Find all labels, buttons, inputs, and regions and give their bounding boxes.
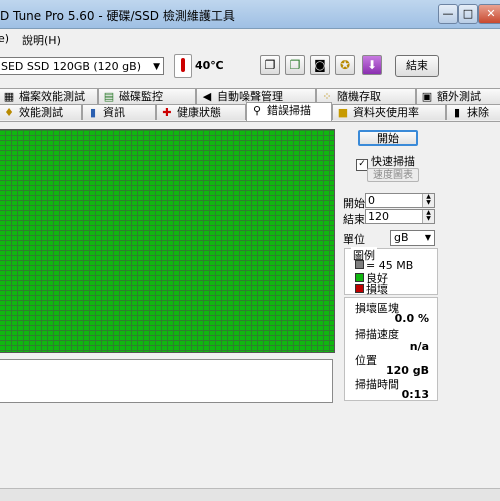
- chevron-down-icon: ▼: [153, 62, 160, 72]
- tools-icon: ✪: [339, 58, 351, 72]
- red-swatch: [355, 284, 364, 293]
- tab-benchmark[interactable]: ♦ 效能測試: [0, 104, 82, 120]
- tab-info[interactable]: ▮ 資訊: [82, 104, 156, 120]
- thermometer-icon: [174, 54, 192, 78]
- monitor-chart-icon: ▤: [103, 90, 115, 103]
- legend-item-damaged: 損壞: [355, 281, 388, 297]
- start-scan-button[interactable]: 開始: [358, 130, 418, 146]
- spinner-arrows-icon[interactable]: ▲ ▼: [422, 194, 434, 207]
- scan-stats: 損壞區塊 0.0 % 掃描速度 n/a 位置 120 gB 掃描時間 0:13: [344, 297, 438, 401]
- unit-select[interactable]: gB ▼: [390, 230, 435, 246]
- position-label: 位置: [355, 354, 377, 367]
- drive-select[interactable]: SED SSD 120GB (120 gB) ▼: [0, 57, 164, 75]
- scan-speed-value: n/a: [409, 340, 429, 353]
- end-label: 結束: [343, 213, 365, 226]
- spinner-arrows-icon[interactable]: ▲ ▼: [422, 210, 434, 223]
- magnifier-icon: ⚲: [252, 104, 262, 117]
- benchmark-icon: ♦: [4, 106, 14, 119]
- exit-button[interactable]: 結束: [395, 55, 439, 77]
- menu-file[interactable]: e): [0, 32, 9, 45]
- close-button[interactable]: ✕: [478, 4, 500, 24]
- copy-icon: ❐: [264, 58, 276, 72]
- extra-test-icon: ▣: [421, 90, 433, 103]
- menu-help[interactable]: 說明(H): [22, 32, 61, 48]
- scan-speed-label: 掃描速度: [355, 328, 399, 341]
- unit-label: 單位: [343, 233, 365, 246]
- tab-health[interactable]: ✚ 健康狀態: [156, 104, 246, 120]
- temperature-readout: 40℃: [195, 59, 224, 72]
- start-label: 開始: [343, 197, 365, 210]
- tab-extra-tests[interactable]: ▣ 額外測試: [416, 88, 500, 104]
- start-input[interactable]: 0 ▲ ▼: [365, 193, 435, 208]
- trash-icon: ▮: [453, 106, 461, 119]
- maximize-button[interactable]: □: [458, 4, 478, 24]
- tab-erase[interactable]: ▮ 抹除: [446, 104, 500, 120]
- gray-swatch: [355, 260, 364, 269]
- folder-icon: ■: [337, 106, 349, 119]
- block-map: [0, 129, 335, 353]
- scan-log: [0, 359, 333, 403]
- speaker-icon: ◀: [202, 90, 212, 103]
- tab-error-scan[interactable]: ⚲ 錯誤掃描: [246, 102, 332, 121]
- camera-icon: ◙: [314, 58, 326, 72]
- title-bar: D Tune Pro 5.60 - 硬碟/SSD 檢測維護工具 — □ ✕: [0, 0, 500, 29]
- damaged-blocks-label: 損壞區塊: [355, 302, 399, 315]
- tab-file-benchmark[interactable]: ▦ 檔案效能測試: [0, 88, 98, 104]
- tab-disk-monitor[interactable]: ▤ 磁碟監控: [98, 88, 196, 104]
- download-icon: ⬇: [366, 58, 378, 72]
- save-button[interactable]: ⬇: [362, 55, 382, 75]
- scan-time-value: 0:13: [401, 388, 429, 401]
- file-benchmark-icon: ▦: [3, 90, 15, 103]
- chevron-down-icon: ▼: [424, 233, 431, 242]
- minimize-button[interactable]: —: [438, 4, 458, 24]
- status-bar: [0, 488, 500, 501]
- options-button[interactable]: ✪: [335, 55, 355, 75]
- window-title: D Tune Pro 5.60 - 硬碟/SSD 檢測維護工具: [0, 9, 235, 23]
- damaged-blocks-value: 0.0 %: [394, 312, 429, 325]
- info-icon: ▮: [89, 106, 97, 119]
- end-input[interactable]: 120 ▲ ▼: [365, 209, 435, 224]
- health-icon: ✚: [162, 106, 172, 119]
- menu-bar: e) 說明(H): [0, 29, 500, 49]
- speed-map-button[interactable]: 速度圖表: [367, 168, 419, 182]
- screenshot-button[interactable]: ◙: [310, 55, 330, 75]
- copy-button[interactable]: ❐: [260, 55, 280, 75]
- drive-select-value: SED SSD 120GB (120 gB): [1, 60, 141, 73]
- scan-time-label: 掃描時間: [355, 378, 399, 391]
- copy-alt-icon: ❐: [289, 58, 301, 72]
- tab-folder-usage[interactable]: ■ 資料夾使用率: [332, 104, 446, 120]
- legend: 圖例 = 45 MB 良好 損壞: [344, 247, 438, 297]
- copy-alt-button[interactable]: ❐: [285, 55, 305, 75]
